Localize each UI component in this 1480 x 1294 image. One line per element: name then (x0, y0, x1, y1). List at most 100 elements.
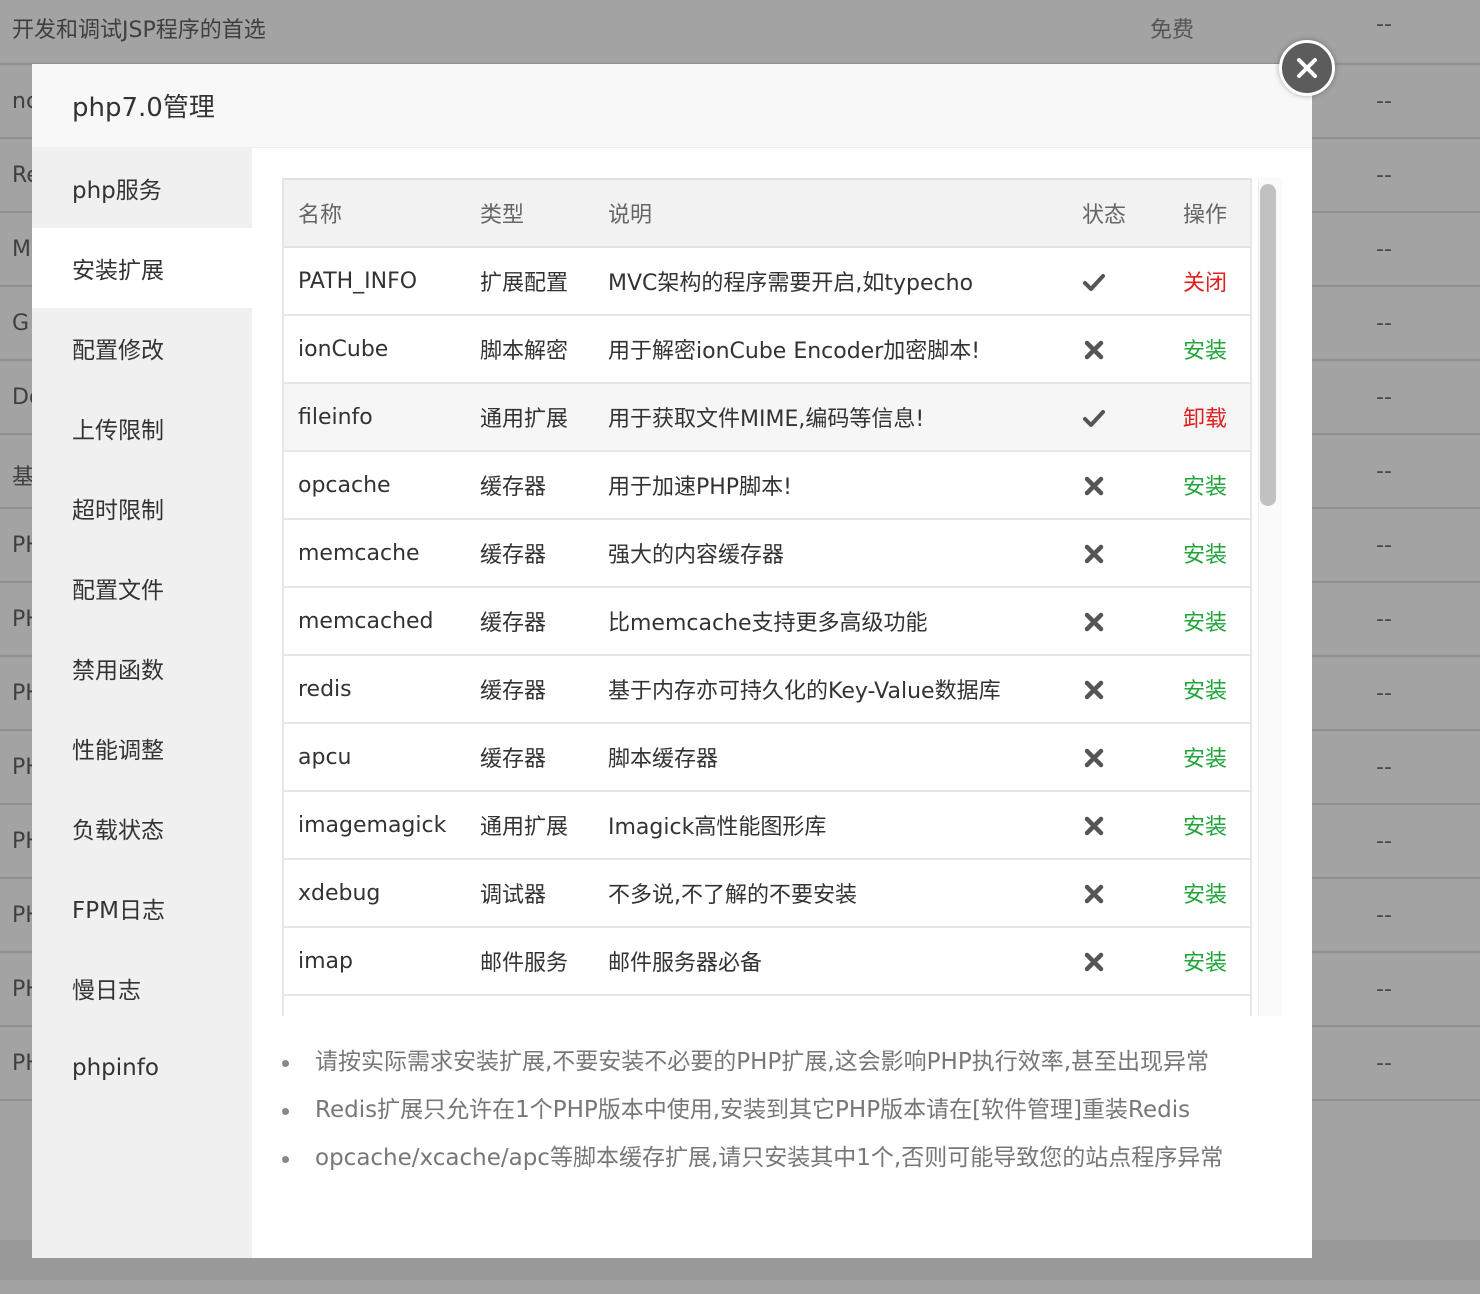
ext-op-link[interactable]: 安装 (1183, 611, 1227, 636)
ext-op-cell: 安装 (1158, 314, 1252, 384)
scrollbar-thumb[interactable] (1260, 184, 1276, 506)
sidebar-item[interactable]: 超时限制 (32, 468, 252, 548)
ext-status (1068, 246, 1158, 316)
ext-name: imagemagick (282, 790, 464, 860)
background-row-op: -- (1376, 163, 1392, 188)
ext-desc: 脚本缓存器 (592, 722, 1068, 792)
ext-type: 邮件服务 (464, 926, 592, 996)
ext-desc: 用于加速PHP脚本! (592, 450, 1068, 520)
ext-op-link[interactable]: 关闭 (1183, 271, 1227, 296)
php-manage-modal: php7.0管理 php服务 安装扩展 配置修改 上传限制 超时限制 配置文件 禁用函数 性能… (32, 64, 1312, 1258)
ext-type: 缓存器 (464, 518, 592, 588)
ext-name: PATH_INFO (282, 246, 464, 316)
background-row: 开发和调试JSP程序的首选 免费 -- (0, 0, 1480, 65)
cross-icon (1082, 746, 1106, 770)
ext-status (1068, 654, 1158, 724)
table-row: redis 缓存器 基于内存亦可持久化的Key-Value数据库 安装 (282, 654, 1252, 724)
ext-type: 通用扩展 (464, 790, 592, 860)
background-row-op: -- (1376, 311, 1392, 336)
cross-icon (1082, 950, 1106, 974)
sidebar-item[interactable]: php服务 (32, 148, 252, 228)
close-button[interactable] (1279, 40, 1335, 96)
sidebar-item[interactable]: 配置修改 (32, 308, 252, 388)
ext-op-cell: 安装 (1158, 450, 1252, 520)
ext-type: 缓存器 (464, 450, 592, 520)
ext-type: 调试器 (464, 858, 592, 928)
table-row: imagemagick 通用扩展 Imagick高性能图形库 安装 (282, 790, 1252, 860)
ext-status (1068, 518, 1158, 588)
ext-name: memcache (282, 518, 464, 588)
background-row-op: -- (1376, 903, 1392, 928)
background-row-op: -- (1376, 533, 1392, 558)
ext-op-cell: 安装 (1158, 858, 1252, 928)
background-row-op: -- (1376, 385, 1392, 410)
header-status: 状态 (1068, 178, 1158, 248)
ext-name: xdebug (282, 858, 464, 928)
sidebar-item[interactable]: FPM日志 (32, 868, 252, 948)
sidebar-item[interactable]: 配置文件 (32, 548, 252, 628)
ext-op-link[interactable]: 安装 (1183, 815, 1227, 840)
background-row-text: 开发和调试JSP程序的首选 (12, 18, 266, 43)
sidebar-item[interactable]: 慢日志 (32, 948, 252, 1028)
help-note: 请按实际需求安装扩展,不要安装不必要的PHP扩展,这会影响PHP执行效率,甚至出… (282, 1038, 1282, 1086)
sidebar-item[interactable]: 性能调整 (32, 708, 252, 788)
ext-type: 通用扩展 (464, 382, 592, 452)
table-header-row: 名称 类型 说明 状态 操作 (282, 178, 1252, 248)
extensions-panel: 名称 类型 说明 状态 操作 PATH_INFO 扩展配置 MVC架构的程序需要开启… (252, 148, 1312, 1258)
partial-cell (592, 994, 1068, 1016)
ext-status (1068, 858, 1158, 928)
background-row-op: -- (1376, 459, 1392, 484)
cross-icon (1082, 474, 1106, 498)
ext-desc: 不多说,不了解的不要安装 (592, 858, 1068, 928)
background-row-text: 基 (12, 465, 35, 490)
background-row-op: -- (1376, 89, 1392, 114)
header-op: 操作 (1158, 178, 1252, 248)
background-row-op: -- (1376, 977, 1392, 1002)
table-row: fileinfo 通用扩展 用于获取文件MIME,编码等信息! 卸载 (282, 382, 1252, 452)
sidebar-menu: php服务 安装扩展 配置修改 上传限制 超时限制 配置文件 禁用函数 性能调整 负载状态 FPM… (32, 148, 252, 1258)
ext-name: ionCube (282, 314, 464, 384)
cross-icon (1082, 882, 1106, 906)
modal-header: php7.0管理 (32, 64, 1312, 148)
sidebar-item[interactable]: 禁用函数 (32, 628, 252, 708)
background-row-op: -- (1376, 681, 1392, 706)
ext-op-link[interactable]: 安装 (1183, 475, 1227, 500)
extensions-table-container[interactable]: 名称 类型 说明 状态 操作 PATH_INFO 扩展配置 MVC架构的程序需要开启… (282, 178, 1252, 1016)
ext-desc: 强大的内容缓存器 (592, 518, 1068, 588)
ext-status (1068, 722, 1158, 792)
ext-op-link[interactable]: 安装 (1183, 883, 1227, 908)
ext-desc: 用于解密ionCube Encoder加密脚本! (592, 314, 1068, 384)
ext-op-link[interactable]: 安装 (1183, 543, 1227, 568)
cross-icon (1082, 542, 1106, 566)
background-row-op: -- (1376, 12, 1392, 37)
ext-op-link[interactable]: 安装 (1183, 679, 1227, 704)
sidebar-item[interactable]: 安装扩展 (32, 228, 252, 308)
table-row: ionCube 脚本解密 用于解密ionCube Encoder加密脚本! 安装 (282, 314, 1252, 384)
ext-desc: 邮件服务器必备 (592, 926, 1068, 996)
ext-desc: 基于内存亦可持久化的Key-Value数据库 (592, 654, 1068, 724)
ext-op-cell: 安装 (1158, 926, 1252, 996)
ext-desc: Imagick高性能图形库 (592, 790, 1068, 860)
ext-desc: MVC架构的程序需要开启,如typecho (592, 246, 1068, 316)
checkmark-icon (1082, 270, 1106, 294)
ext-op-link[interactable]: 安装 (1183, 951, 1227, 976)
table-row: apcu 缓存器 脚本缓存器 安装 (282, 722, 1252, 792)
ext-op-link[interactable]: 安装 (1183, 339, 1227, 364)
ext-op-link[interactable]: 卸载 (1183, 407, 1227, 432)
table-row: imap 邮件服务 邮件服务器必备 安装 (282, 926, 1252, 996)
cross-icon (1082, 814, 1106, 838)
ext-type: 缓存器 (464, 722, 592, 792)
ext-op-cell: 安装 (1158, 654, 1252, 724)
ext-desc: 用于获取文件MIME,编码等信息! (592, 382, 1068, 452)
sidebar-item[interactable]: 上传限制 (32, 388, 252, 468)
table-row-partial (282, 994, 1252, 1016)
close-icon (1297, 58, 1317, 78)
background-row-op: -- (1376, 1051, 1392, 1076)
ext-status (1068, 314, 1158, 384)
table-row: PATH_INFO 扩展配置 MVC架构的程序需要开启,如typecho 关闭 (282, 246, 1252, 316)
sidebar-item[interactable]: 负载状态 (32, 788, 252, 868)
sidebar-item[interactable]: phpinfo (32, 1028, 252, 1108)
ext-op-cell: 安装 (1158, 790, 1252, 860)
ext-op-link[interactable]: 安装 (1183, 747, 1227, 772)
background-row-text: G (12, 311, 30, 336)
